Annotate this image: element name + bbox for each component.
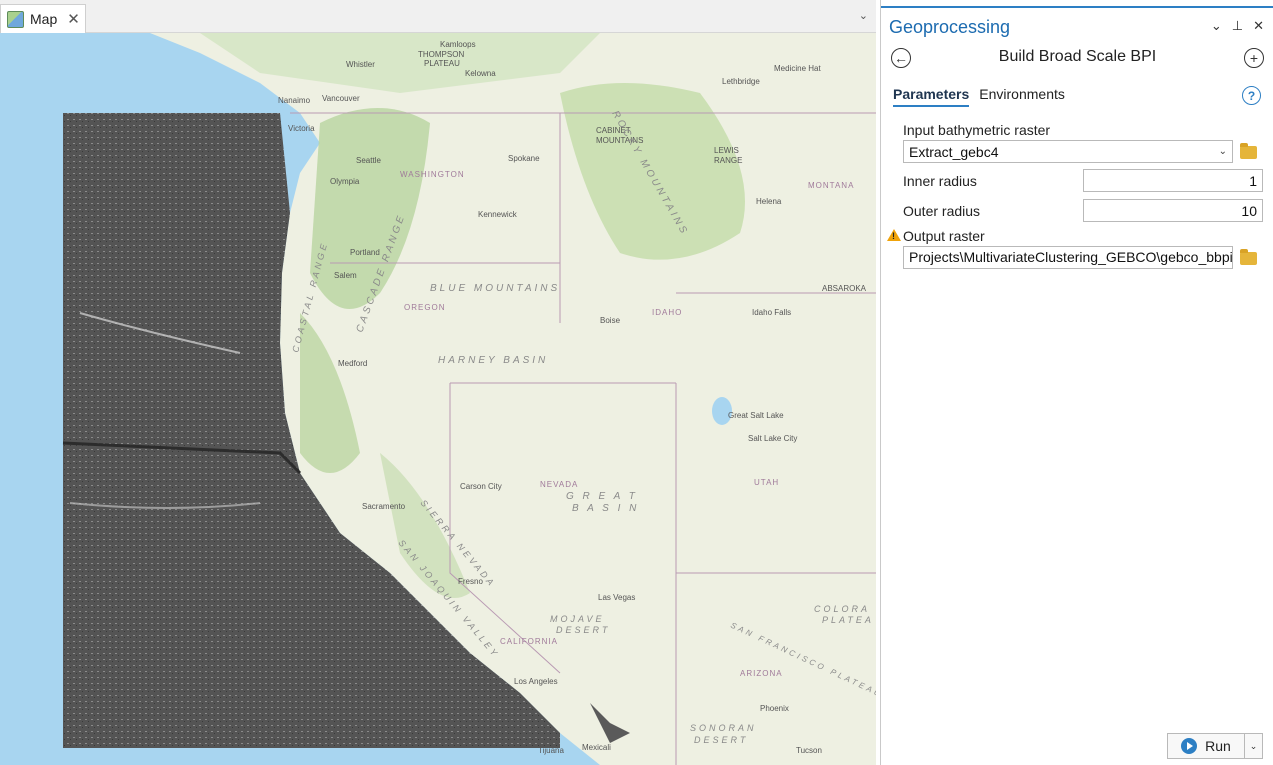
pane-title: Geoprocessing xyxy=(889,17,1011,37)
warning-icon: ! xyxy=(887,229,901,241)
basemap: Kamloops THOMPSON PLATEAU Whistler Kelow… xyxy=(0,33,876,765)
label-seattle: Seattle xyxy=(356,156,381,165)
warning-glyph: ! xyxy=(892,231,895,241)
label-olympia: Olympia xyxy=(330,177,360,186)
label-great: G R E A T xyxy=(566,491,638,502)
label-blue-mountains: BLUE MOUNTAINS xyxy=(430,283,560,294)
browse-folder-icon[interactable] xyxy=(1240,143,1257,159)
play-icon xyxy=(1181,738,1198,754)
label-colorado-plateau: PLATEA xyxy=(822,615,874,625)
chevron-down-icon[interactable]: ⌄ xyxy=(859,9,868,22)
input-raster-dropdown[interactable]: Extract_gebc4 ⌄ xyxy=(903,140,1233,163)
output-raster-label: Output raster xyxy=(903,228,985,244)
map-tab[interactable]: Map ✕ xyxy=(0,4,86,33)
label-california: CALIFORNIA xyxy=(500,637,558,646)
label-basin: B A S I N xyxy=(572,503,639,514)
app-window: Map ✕ ⌄ Kamloops THOMPSON PLATEAU Whistl… xyxy=(0,0,1273,765)
run-label: Run xyxy=(1205,738,1231,754)
pin-icon[interactable]: ⊥ xyxy=(1232,18,1243,34)
inner-radius-label: Inner radius xyxy=(903,173,977,189)
help-icon[interactable]: ? xyxy=(1242,86,1261,105)
outer-radius-label: Outer radius xyxy=(903,203,981,219)
label-tucson: Tucson xyxy=(796,746,822,755)
label-mojave: MOJAVE xyxy=(550,614,605,624)
run-group: Run ⌄ xyxy=(1167,733,1263,759)
label-helena: Helena xyxy=(756,197,782,206)
label-kelowna: Kelowna xyxy=(465,69,496,78)
label-kamloops: Kamloops xyxy=(440,40,476,49)
label-utah: UTAH xyxy=(754,478,779,487)
tab-environments[interactable]: Environments xyxy=(979,86,1065,107)
label-salt-lake-city: Salt Lake City xyxy=(748,434,797,443)
map-tab-label: Map xyxy=(30,11,58,27)
run-options-dropdown[interactable]: ⌄ xyxy=(1245,733,1263,759)
pane-tabs: Parameters Environments xyxy=(893,86,1065,107)
label-great-salt-lake: Great Salt Lake xyxy=(728,411,784,420)
label-sonoran: SONORAN xyxy=(690,723,757,733)
label-thompson: THOMPSON xyxy=(418,50,464,59)
run-button[interactable]: Run xyxy=(1167,733,1245,759)
browse-folder-icon[interactable] xyxy=(1240,249,1257,265)
map-view[interactable]: Kamloops THOMPSON PLATEAU Whistler Kelow… xyxy=(0,33,876,765)
label-portland: Portland xyxy=(350,248,380,257)
label-mexicali: Mexicali xyxy=(582,743,611,752)
label-montana: MONTANA xyxy=(808,181,854,190)
label-medicine-hat: Medicine Hat xyxy=(774,64,821,73)
map-pane: Map ✕ ⌄ Kamloops THOMPSON PLATEAU Whistl… xyxy=(0,0,876,765)
label-medford: Medford xyxy=(338,359,367,368)
label-boise: Boise xyxy=(600,316,621,325)
label-colorado: COLORA xyxy=(814,604,870,614)
close-icon[interactable]: ✕ xyxy=(67,10,80,28)
label-salem: Salem xyxy=(334,271,357,280)
label-mojave-desert: DESERT xyxy=(556,625,610,635)
geoprocessing-pane: Geoprocessing ⌄ ⊥ ✕ ← Build Broad Scale … xyxy=(880,0,1273,765)
label-las-vegas: Las Vegas xyxy=(598,593,635,602)
outer-radius-input[interactable] xyxy=(1083,199,1263,222)
label-harney-basin: HARNEY BASIN xyxy=(438,355,548,366)
output-raster-field[interactable]: Projects\MultivariateClustering_GEBCO\ge… xyxy=(903,246,1233,269)
pane-menu-icon[interactable]: ⌄ xyxy=(1211,18,1222,34)
label-lewis: LEWIS xyxy=(714,146,739,155)
chevron-down-icon: ⌄ xyxy=(1218,146,1227,157)
label-los-angeles: Los Angeles xyxy=(514,677,558,686)
label-phoenix: Phoenix xyxy=(760,704,789,713)
label-nanaimo: Nanaimo xyxy=(278,96,311,105)
label-idaho: IDAHO xyxy=(652,308,682,317)
tool-header: ← Build Broad Scale BPI + xyxy=(881,44,1273,74)
add-icon[interactable]: + xyxy=(1244,48,1264,68)
input-raster-value: Extract_gebc4 xyxy=(909,143,999,160)
label-carson-city: Carson City xyxy=(460,482,502,491)
close-pane-icon[interactable]: ✕ xyxy=(1253,18,1264,34)
label-lethbridge: Lethbridge xyxy=(722,77,760,86)
label-kennewick: Kennewick xyxy=(478,210,518,219)
label-whistler: Whistler xyxy=(346,60,375,69)
tool-name: Build Broad Scale BPI xyxy=(998,48,1157,65)
label-vancouver: Vancouver xyxy=(322,94,360,103)
label-sacramento: Sacramento xyxy=(362,502,406,511)
tab-parameters[interactable]: Parameters xyxy=(893,86,970,107)
inner-radius-input[interactable] xyxy=(1083,169,1263,192)
label-plateau: PLATEAU xyxy=(424,59,460,68)
label-arizona: ARIZONA xyxy=(740,669,783,678)
label-lewis-range: RANGE xyxy=(714,156,742,165)
label-sonoran-desert: DESERT xyxy=(694,735,748,745)
label-nevada: NEVADA xyxy=(540,480,578,489)
label-victoria: Victoria xyxy=(288,124,315,133)
label-washington: WASHINGTON xyxy=(400,170,465,179)
label-spokane: Spokane xyxy=(508,154,540,163)
label-oregon: OREGON xyxy=(404,303,446,312)
pane-title-bar: Geoprocessing ⌄ ⊥ ✕ xyxy=(881,6,1273,44)
label-absaroka: ABSAROKA xyxy=(822,284,867,293)
label-fresno: Fresno xyxy=(458,577,483,586)
map-tab-bar: Map ✕ ⌄ xyxy=(0,0,876,33)
pane-controls: ⌄ ⊥ ✕ xyxy=(1211,18,1264,34)
map-icon xyxy=(7,10,24,28)
input-raster-label: Input bathymetric raster xyxy=(903,122,1051,138)
label-idaho-falls: Idaho Falls xyxy=(752,308,791,317)
label-tijuana: Tijuana xyxy=(538,746,564,755)
